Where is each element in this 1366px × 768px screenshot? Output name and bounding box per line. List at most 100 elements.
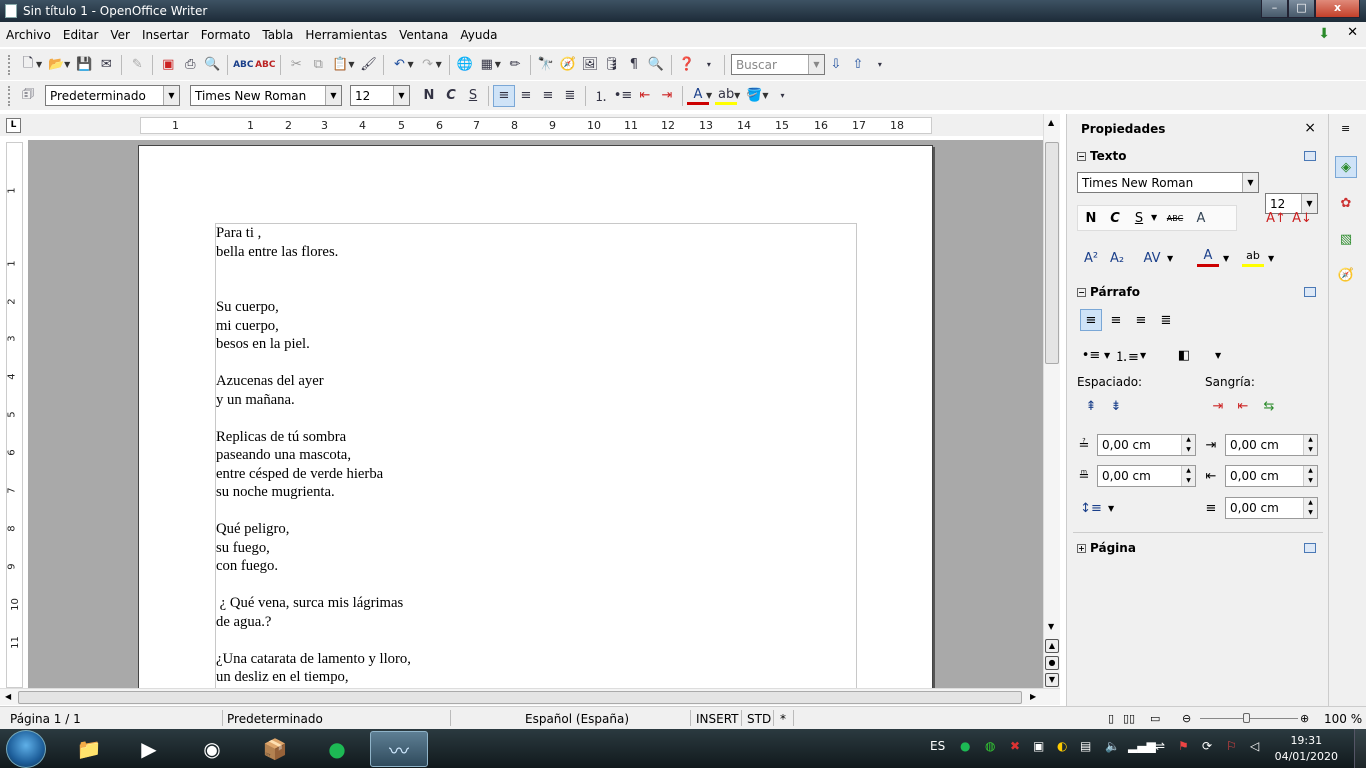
edit-file-icon[interactable]: ✎ — [126, 54, 148, 76]
character-spacing-icon[interactable]: AV — [1141, 247, 1163, 269]
more-options-icon[interactable] — [1304, 287, 1316, 297]
dropdown-arrow-icon[interactable]: ▼ — [706, 91, 712, 100]
hanging-indent-icon[interactable]: ⇆ — [1258, 395, 1280, 417]
menu-ayuda[interactable]: Ayuda — [460, 28, 497, 42]
underline-button[interactable]: S — [462, 85, 484, 107]
styles-tab-icon[interactable]: ✿ — [1335, 192, 1357, 214]
decrease-font-icon[interactable]: A↓ — [1291, 207, 1313, 229]
speaker-icon[interactable]: ◁ — [1250, 739, 1259, 753]
dropdown-arrow-icon[interactable]: ▼ — [1151, 213, 1157, 222]
vertical-ruler[interactable]: 1 1 2 3 4 5 6 7 8 9 10 11 — [6, 142, 23, 688]
toolbar-options-icon[interactable]: ▾ — [869, 54, 891, 76]
dropdown-arrow-icon[interactable]: ▼ — [407, 60, 413, 69]
align-left-icon[interactable]: ≡ — [493, 84, 515, 107]
dropdown-arrow-icon[interactable]: ▼ — [348, 60, 354, 69]
sidebar-align-right-icon[interactable]: ≡ — [1130, 309, 1152, 331]
find-previous-icon[interactable]: ⇧ — [847, 54, 869, 76]
draw-functions-icon[interactable]: ✏ — [504, 54, 526, 76]
navigator-tab-icon[interactable]: 🧭 — [1335, 264, 1357, 286]
previous-page-icon[interactable]: ▲ — [1045, 639, 1059, 653]
sidebar-align-center-icon[interactable]: ≡ — [1105, 309, 1127, 331]
dropdown-arrow-icon[interactable]: ▼ — [734, 91, 740, 100]
tray-window-icon[interactable]: ▣ — [1033, 739, 1044, 753]
language-indicator[interactable]: ES — [930, 739, 945, 753]
dropdown-arrow-icon[interactable]: ▼ — [1223, 254, 1229, 263]
gallery-tab-icon[interactable]: ▧ — [1335, 228, 1357, 250]
spin-arrows-icon[interactable]: ▲ ▼ — [1303, 466, 1317, 486]
dropdown-arrow-icon[interactable]: ▼ — [1140, 351, 1146, 360]
sidebar-close-button[interactable]: × — [1304, 120, 1316, 136]
spotify-icon[interactable]: ● — [308, 731, 366, 767]
decrease-indent-icon[interactable]: ⇤ — [634, 85, 656, 107]
menu-herramientas[interactable]: Herramientas — [305, 28, 387, 42]
vertical-scroll-thumb[interactable] — [1045, 142, 1059, 364]
align-right-icon[interactable]: ≡ — [537, 85, 559, 107]
subscript-icon[interactable]: A₂ — [1106, 247, 1128, 269]
bold-button[interactable]: N — [418, 85, 440, 107]
shadow-icon[interactable]: A — [1190, 207, 1212, 229]
sidebar-menu-icon[interactable]: ≡ — [1341, 122, 1350, 135]
sidebar-align-left-icon[interactable]: ≡ — [1080, 309, 1102, 331]
network-icon[interactable]: ⇌ — [1155, 739, 1165, 753]
page-section-header[interactable]: + Página — [1077, 541, 1136, 555]
sidebar-font-color-icon[interactable]: A — [1197, 247, 1219, 267]
chevron-down-icon[interactable]: ▼ — [163, 86, 179, 105]
increase-font-icon[interactable]: A↑ — [1265, 207, 1287, 229]
signal-icon[interactable]: ▂▄▆ — [1128, 739, 1156, 753]
maximize-button[interactable]: □ — [1288, 0, 1315, 18]
find-next-icon[interactable]: ⇩ — [825, 54, 847, 76]
line-spacing-icon[interactable]: ↕≡ — [1080, 497, 1102, 519]
close-document-icon[interactable]: ✕ — [1347, 25, 1358, 40]
show-desktop-button[interactable] — [1354, 729, 1366, 768]
justify-icon[interactable]: ≣ — [559, 85, 581, 107]
menu-ver[interactable]: Ver — [110, 28, 130, 42]
zoom-slider-thumb[interactable] — [1243, 713, 1250, 723]
zoom-out-icon[interactable]: ⊖ — [1182, 712, 1191, 725]
toolbar-grip[interactable] — [8, 85, 13, 106]
clock[interactable]: 19:31 04/01/2020 — [1275, 733, 1338, 765]
font-name-select[interactable]: Times New Roman ▼ — [190, 85, 342, 106]
cut-icon[interactable]: ✂ — [285, 54, 307, 76]
horizontal-scrollbar[interactable]: ◀ ▶ — [0, 688, 1060, 705]
sidebar-numbering-icon[interactable]: ⒈≡ — [1115, 344, 1139, 366]
scroll-right-icon[interactable]: ▶ — [1030, 692, 1036, 701]
page-count[interactable]: Página 1 / 1 — [10, 712, 81, 726]
minimize-button[interactable]: – — [1261, 0, 1288, 18]
email-icon[interactable]: ✉ — [95, 54, 117, 76]
toolbar-options-icon[interactable]: ▾ — [771, 85, 793, 107]
sidebar-italic-button[interactable]: C — [1104, 207, 1126, 229]
selection-mode[interactable]: STD — [747, 712, 771, 726]
navigator-icon[interactable]: 🧭 — [557, 54, 579, 76]
openoffice-taskbar-icon[interactable]: 〰 — [370, 731, 428, 767]
tab-type-selector[interactable]: L — [6, 118, 21, 133]
explorer-icon[interactable]: 📁 — [60, 731, 118, 767]
dropdown-arrow-icon[interactable]: ▼ — [1268, 254, 1274, 263]
menu-formato[interactable]: Formato — [201, 28, 251, 42]
before-text-indent[interactable]: 0,00 cm ▲ ▼ — [1225, 434, 1318, 456]
sidebar-font-select[interactable]: Times New Roman ▼ — [1077, 172, 1259, 193]
sidebar-highlight-icon[interactable]: ab — [1242, 247, 1264, 267]
below-paragraph-spacing[interactable]: 0,00 cm ▲ ▼ — [1097, 465, 1196, 487]
spellcheck-icon[interactable]: ABC — [232, 54, 254, 76]
dropdown-arrow-icon[interactable]: ▼ — [36, 60, 42, 69]
document-modified[interactable]: * — [780, 712, 786, 726]
book-view-icon[interactable]: ▭ — [1150, 712, 1160, 725]
menu-insertar[interactable]: Insertar — [142, 28, 189, 42]
vertical-scrollbar[interactable]: ▲ ▼ ▲ ● ▼ — [1043, 114, 1060, 688]
tray-x-icon[interactable]: ✖ — [1010, 739, 1020, 753]
align-center-icon[interactable]: ≡ — [515, 85, 537, 107]
volume-icon[interactable]: 🔈 — [1105, 739, 1120, 753]
after-text-indent[interactable]: 0,00 cm ▲ ▼ — [1225, 465, 1318, 487]
nonprinting-chars-icon[interactable]: ¶ — [623, 54, 645, 76]
dropdown-arrow-icon[interactable]: ▼ — [1215, 351, 1221, 360]
horizontal-scroll-thumb[interactable] — [18, 691, 1022, 704]
dropdown-arrow-icon[interactable]: ▼ — [762, 91, 768, 100]
collapse-icon[interactable]: − — [1077, 152, 1086, 161]
scroll-left-icon[interactable]: ◀ — [5, 692, 11, 701]
print-preview-icon[interactable]: 🔍 — [201, 54, 223, 76]
chevron-down-icon[interactable]: ▼ — [1242, 173, 1258, 192]
dropdown-arrow-icon[interactable]: ▼ — [495, 60, 501, 69]
menu-editar[interactable]: Editar — [63, 28, 99, 42]
chrome-icon[interactable]: ◉ — [183, 731, 241, 767]
sidebar-bullets-icon[interactable]: •≡ — [1080, 344, 1102, 366]
